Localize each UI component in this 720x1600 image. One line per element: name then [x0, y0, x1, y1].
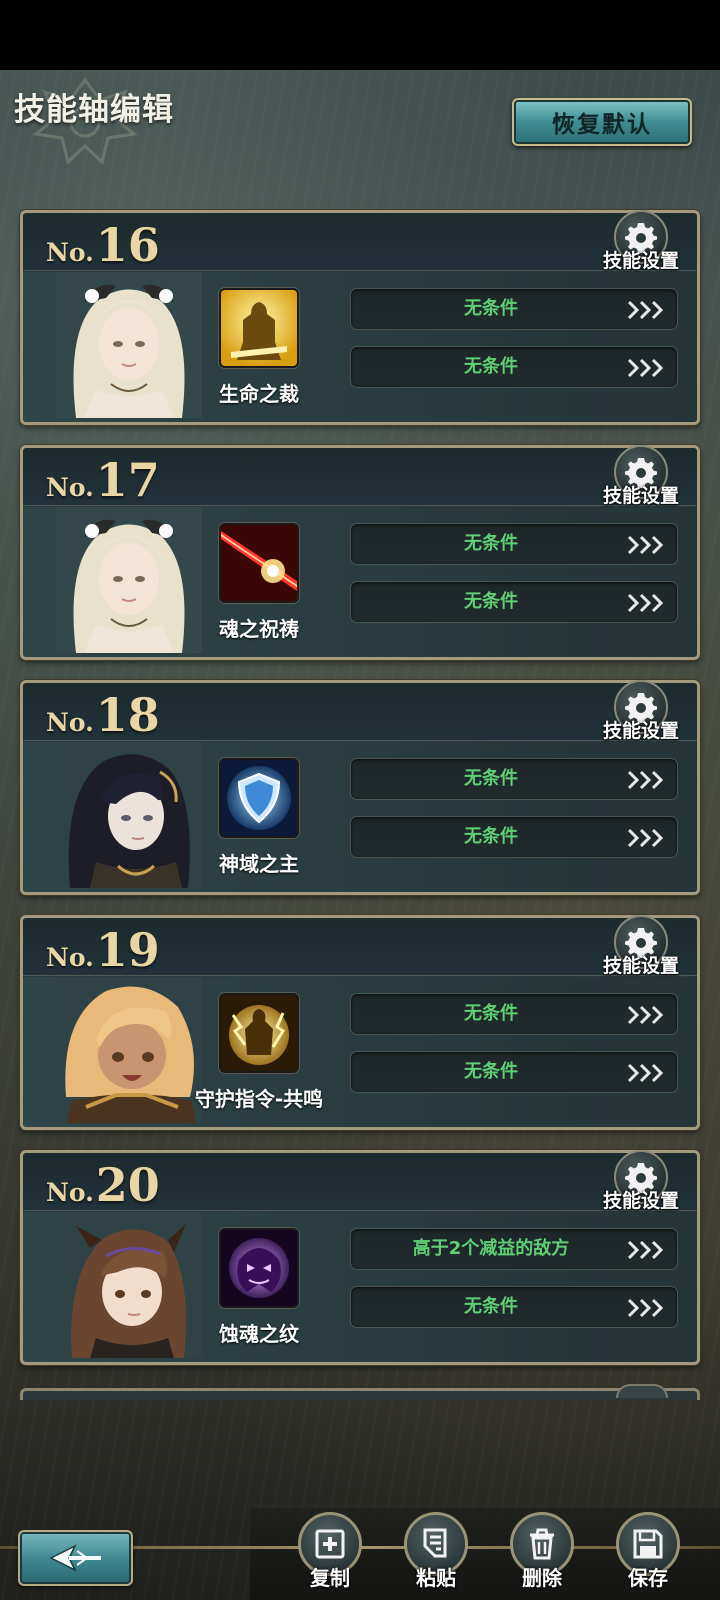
- skill-card: No. 16 生命之裁 无条件 无条件 技能设置: [20, 210, 700, 425]
- condition-slot[interactable]: 无条件: [350, 1286, 678, 1328]
- condition-slot[interactable]: 无条件: [350, 993, 678, 1035]
- save-icon: [633, 1529, 663, 1559]
- triple-chevron-right-icon: [627, 591, 667, 615]
- triple-chevron-right-icon: [627, 768, 667, 792]
- paste-icon: [423, 1528, 447, 1558]
- card-number: No. 17: [46, 453, 160, 507]
- delete-button[interactable]: 删除: [506, 1512, 578, 1598]
- copy-icon: [315, 1529, 345, 1559]
- condition-text: 无条件: [464, 768, 518, 789]
- condition-slot[interactable]: 无条件: [350, 346, 678, 388]
- save-button[interactable]: 保存: [612, 1512, 684, 1598]
- status-bar: [0, 0, 720, 70]
- condition-text: 无条件: [464, 1003, 518, 1024]
- condition-text: 无条件: [464, 356, 518, 377]
- copy-label: 复制: [310, 1566, 350, 1590]
- condition-text: 无条件: [464, 533, 518, 554]
- triple-chevron-right-icon: [627, 826, 667, 850]
- trash-icon: [530, 1528, 554, 1560]
- triple-chevron-right-icon: [627, 1296, 667, 1320]
- condition-slot[interactable]: 无条件: [350, 816, 678, 858]
- skill-settings-button[interactable]: 技能设置: [586, 1186, 696, 1213]
- card-number: No. 18: [46, 688, 160, 742]
- skill-settings-button[interactable]: 技能设置: [586, 951, 696, 978]
- condition-text: 无条件: [464, 1296, 518, 1317]
- red-beam-icon[interactable]: [219, 523, 299, 603]
- card-number: No. 16: [46, 218, 160, 272]
- triple-chevron-right-icon: [627, 1238, 667, 1262]
- back-button[interactable]: [18, 1530, 133, 1586]
- skill-name: 神域之主: [219, 852, 299, 876]
- triple-chevron-right-icon: [627, 533, 667, 557]
- condition-slot[interactable]: 无条件: [350, 581, 678, 623]
- blue-shield-icon[interactable]: [219, 758, 299, 838]
- page-title: 技能轴编辑: [14, 92, 174, 128]
- skill-name: 蚀魂之纹: [219, 1322, 299, 1346]
- skill-card: No. 20 蚀魂之纹 高于2个减益的敌方 无条件 技能设置: [20, 1150, 700, 1365]
- copy-button[interactable]: 复制: [294, 1512, 366, 1598]
- card-number: No. 20: [46, 1158, 160, 1212]
- triple-chevron-right-icon: [627, 1061, 667, 1085]
- back-arrow-icon: [48, 1544, 101, 1572]
- condition-slot[interactable]: 无条件: [350, 758, 678, 800]
- condition-slot[interactable]: 无条件: [350, 523, 678, 565]
- condition-text: 高于2个减益的敌方: [412, 1238, 570, 1259]
- save-label: 保存: [628, 1566, 668, 1590]
- skill-settings-button[interactable]: 技能设置: [586, 246, 696, 273]
- condition-slot[interactable]: 高于2个减益的敌方: [350, 1228, 678, 1270]
- gear-icon: [616, 1384, 668, 1398]
- condition-text: 无条件: [464, 826, 518, 847]
- condition-slot[interactable]: 无条件: [350, 1051, 678, 1093]
- card-number: No. 19: [46, 923, 160, 977]
- condition-text: 无条件: [464, 591, 518, 612]
- golden-warrior-icon[interactable]: [219, 288, 299, 368]
- restore-default-button[interactable]: 恢复默认: [512, 98, 692, 146]
- condition-slot[interactable]: 无条件: [350, 288, 678, 330]
- skill-name: 守护指令-共鸣: [194, 1087, 324, 1111]
- skill-settings-button[interactable]: 技能设置: [586, 481, 696, 508]
- triple-chevron-right-icon: [627, 356, 667, 380]
- skill-settings-button[interactable]: 技能设置: [586, 716, 696, 743]
- skill-card: No. 19 守护指令-共鸣 无条件 无条件 技能设置: [20, 915, 700, 1130]
- condition-text: 无条件: [464, 1061, 518, 1082]
- skill-name: 生命之裁: [219, 382, 299, 406]
- next-skill-card-partial: [20, 1388, 700, 1400]
- skill-card: No. 18 神域之主 无条件 无条件 技能设置: [20, 680, 700, 895]
- purple-ghost-icon[interactable]: [219, 1228, 299, 1308]
- paste-label: 粘贴: [416, 1566, 456, 1590]
- skill-name: 魂之祝祷: [219, 617, 299, 641]
- triple-chevron-right-icon: [627, 298, 667, 322]
- triple-chevron-right-icon: [627, 1003, 667, 1027]
- skill-card: No. 17 魂之祝祷 无条件 无条件 技能设置: [20, 445, 700, 660]
- condition-text: 无条件: [464, 298, 518, 319]
- delete-label: 删除: [522, 1566, 562, 1590]
- paste-button[interactable]: 粘贴: [400, 1512, 472, 1598]
- golden-lightning-icon[interactable]: [219, 993, 299, 1073]
